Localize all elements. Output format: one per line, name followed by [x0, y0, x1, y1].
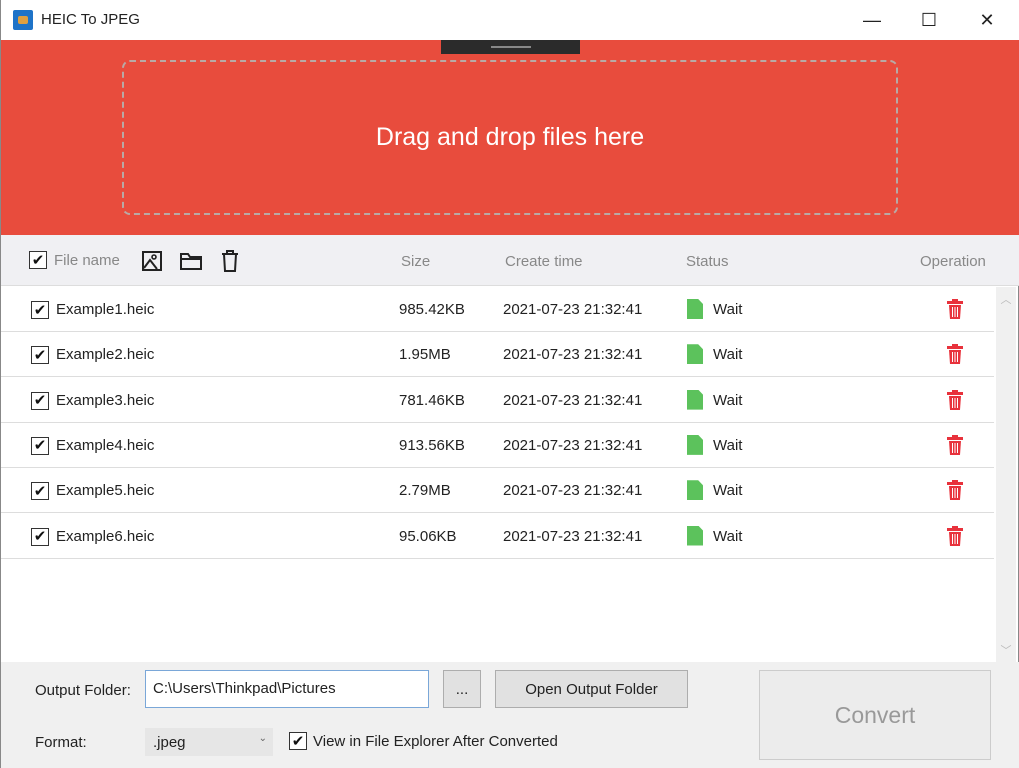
trash-all-icon[interactable] [220, 249, 240, 273]
file-row: ✔ Example4.heic 913.56KB 2021-07-23 21:3… [1, 422, 994, 468]
scroll-up-icon[interactable]: ︿ [996, 291, 1016, 307]
view-after-checkbox[interactable]: ✔ [289, 732, 307, 750]
file-name: Example4.heic [56, 436, 155, 454]
file-create-time: 2021-07-23 21:32:41 [503, 301, 643, 318]
file-name: Example2.heic [56, 346, 155, 364]
file-status: Wait [713, 482, 743, 500]
file-size: 913.56KB [399, 436, 465, 454]
vertical-scrollbar[interactable]: ︿ ﹀ [996, 287, 1016, 662]
app-icon [13, 10, 33, 30]
file-create-time: 2021-07-23 21:32:41 [503, 436, 643, 454]
delete-icon[interactable] [947, 525, 963, 546]
close-button[interactable]: ✕ [958, 0, 1016, 40]
file-name: Example1.heic [56, 301, 155, 318]
header-size: Size [401, 253, 431, 270]
file-status: Wait [713, 527, 743, 545]
file-checkbox[interactable]: ✔ [31, 482, 49, 501]
file-name: Example3.heic [56, 391, 155, 409]
header-create-time: Create time [505, 253, 583, 270]
file-status-icon [687, 434, 703, 455]
file-name: Example5.heic [56, 482, 155, 500]
file-create-time: 2021-07-23 21:32:41 [503, 527, 643, 545]
file-status-icon [687, 389, 703, 410]
delete-icon[interactable] [947, 344, 963, 365]
open-output-folder-button[interactable]: Open Output Folder [495, 670, 688, 708]
file-status-icon [687, 525, 703, 546]
scroll-down-icon[interactable]: ﹀ [996, 642, 1016, 658]
header-operation: Operation [920, 253, 986, 270]
file-row: ✔ Example2.heic 1.95MB 2021-07-23 21:32:… [1, 332, 994, 378]
header-file-name: File name [54, 252, 120, 269]
browse-button[interactable]: ... [443, 670, 481, 708]
header-status: Status [686, 253, 729, 270]
list-header: ✔ File name Size Create time Status Oper… [1, 235, 1019, 286]
file-size: 781.46KB [399, 391, 465, 409]
delete-icon[interactable] [947, 434, 963, 455]
file-status: Wait [713, 346, 743, 364]
file-status-icon [687, 299, 703, 319]
collapse-handle[interactable] [441, 40, 580, 54]
file-status: Wait [713, 391, 743, 409]
chevron-down-icon: ⌄ [258, 733, 267, 744]
drop-zone-text: Drag and drop files here [375, 123, 645, 151]
file-create-time: 2021-07-23 21:32:41 [503, 346, 643, 364]
title-bar: HEIC To JPEG — ☐ ✕ [1, 0, 1019, 40]
file-row: ✔ Example3.heic 781.46KB 2021-07-23 21:3… [1, 377, 994, 423]
view-after-label: View in File Explorer After Converted [313, 733, 558, 750]
file-checkbox[interactable]: ✔ [31, 527, 49, 546]
delete-icon[interactable] [947, 389, 963, 410]
file-checkbox[interactable]: ✔ [31, 301, 49, 319]
format-value: .jpeg [153, 734, 186, 751]
maximize-button[interactable]: ☐ [900, 0, 958, 40]
delete-icon[interactable] [947, 299, 963, 319]
file-row: ✔ Example5.heic 2.79MB 2021-07-23 21:32:… [1, 468, 994, 514]
file-create-time: 2021-07-23 21:32:41 [503, 482, 643, 500]
convert-button[interactable]: Convert [759, 670, 991, 760]
file-checkbox[interactable]: ✔ [31, 391, 49, 410]
folder-icon[interactable] [179, 251, 203, 271]
file-create-time: 2021-07-23 21:32:41 [503, 391, 643, 409]
format-select[interactable]: .jpeg ⌄ [145, 728, 273, 756]
output-folder-input[interactable]: C:\Users\Thinkpad\Pictures [145, 670, 429, 708]
file-status: Wait [713, 436, 743, 454]
window-title: HEIC To JPEG [41, 11, 140, 28]
file-row: ✔ Example1.heic 985.42KB 2021-07-23 21:3… [1, 287, 994, 332]
file-size: 1.95MB [399, 346, 451, 364]
file-size: 985.42KB [399, 301, 465, 318]
format-label: Format: [35, 734, 87, 751]
delete-icon[interactable] [947, 480, 963, 501]
select-all-checkbox[interactable]: ✔ [29, 251, 47, 269]
file-size: 2.79MB [399, 482, 451, 500]
file-status-icon [687, 344, 703, 365]
file-name: Example6.heic [56, 527, 155, 545]
drop-zone[interactable]: Drag and drop files here [122, 60, 898, 215]
file-status: Wait [713, 301, 743, 318]
file-checkbox[interactable]: ✔ [31, 346, 49, 365]
add-image-icon[interactable] [141, 250, 163, 272]
file-size: 95.06KB [399, 527, 457, 545]
minimize-button[interactable]: — [843, 0, 901, 40]
file-row: ✔ Example6.heic 95.06KB 2021-07-23 21:32… [1, 513, 994, 559]
output-folder-label: Output Folder: [35, 682, 131, 699]
file-status-icon [687, 480, 703, 501]
file-checkbox[interactable]: ✔ [31, 436, 49, 455]
